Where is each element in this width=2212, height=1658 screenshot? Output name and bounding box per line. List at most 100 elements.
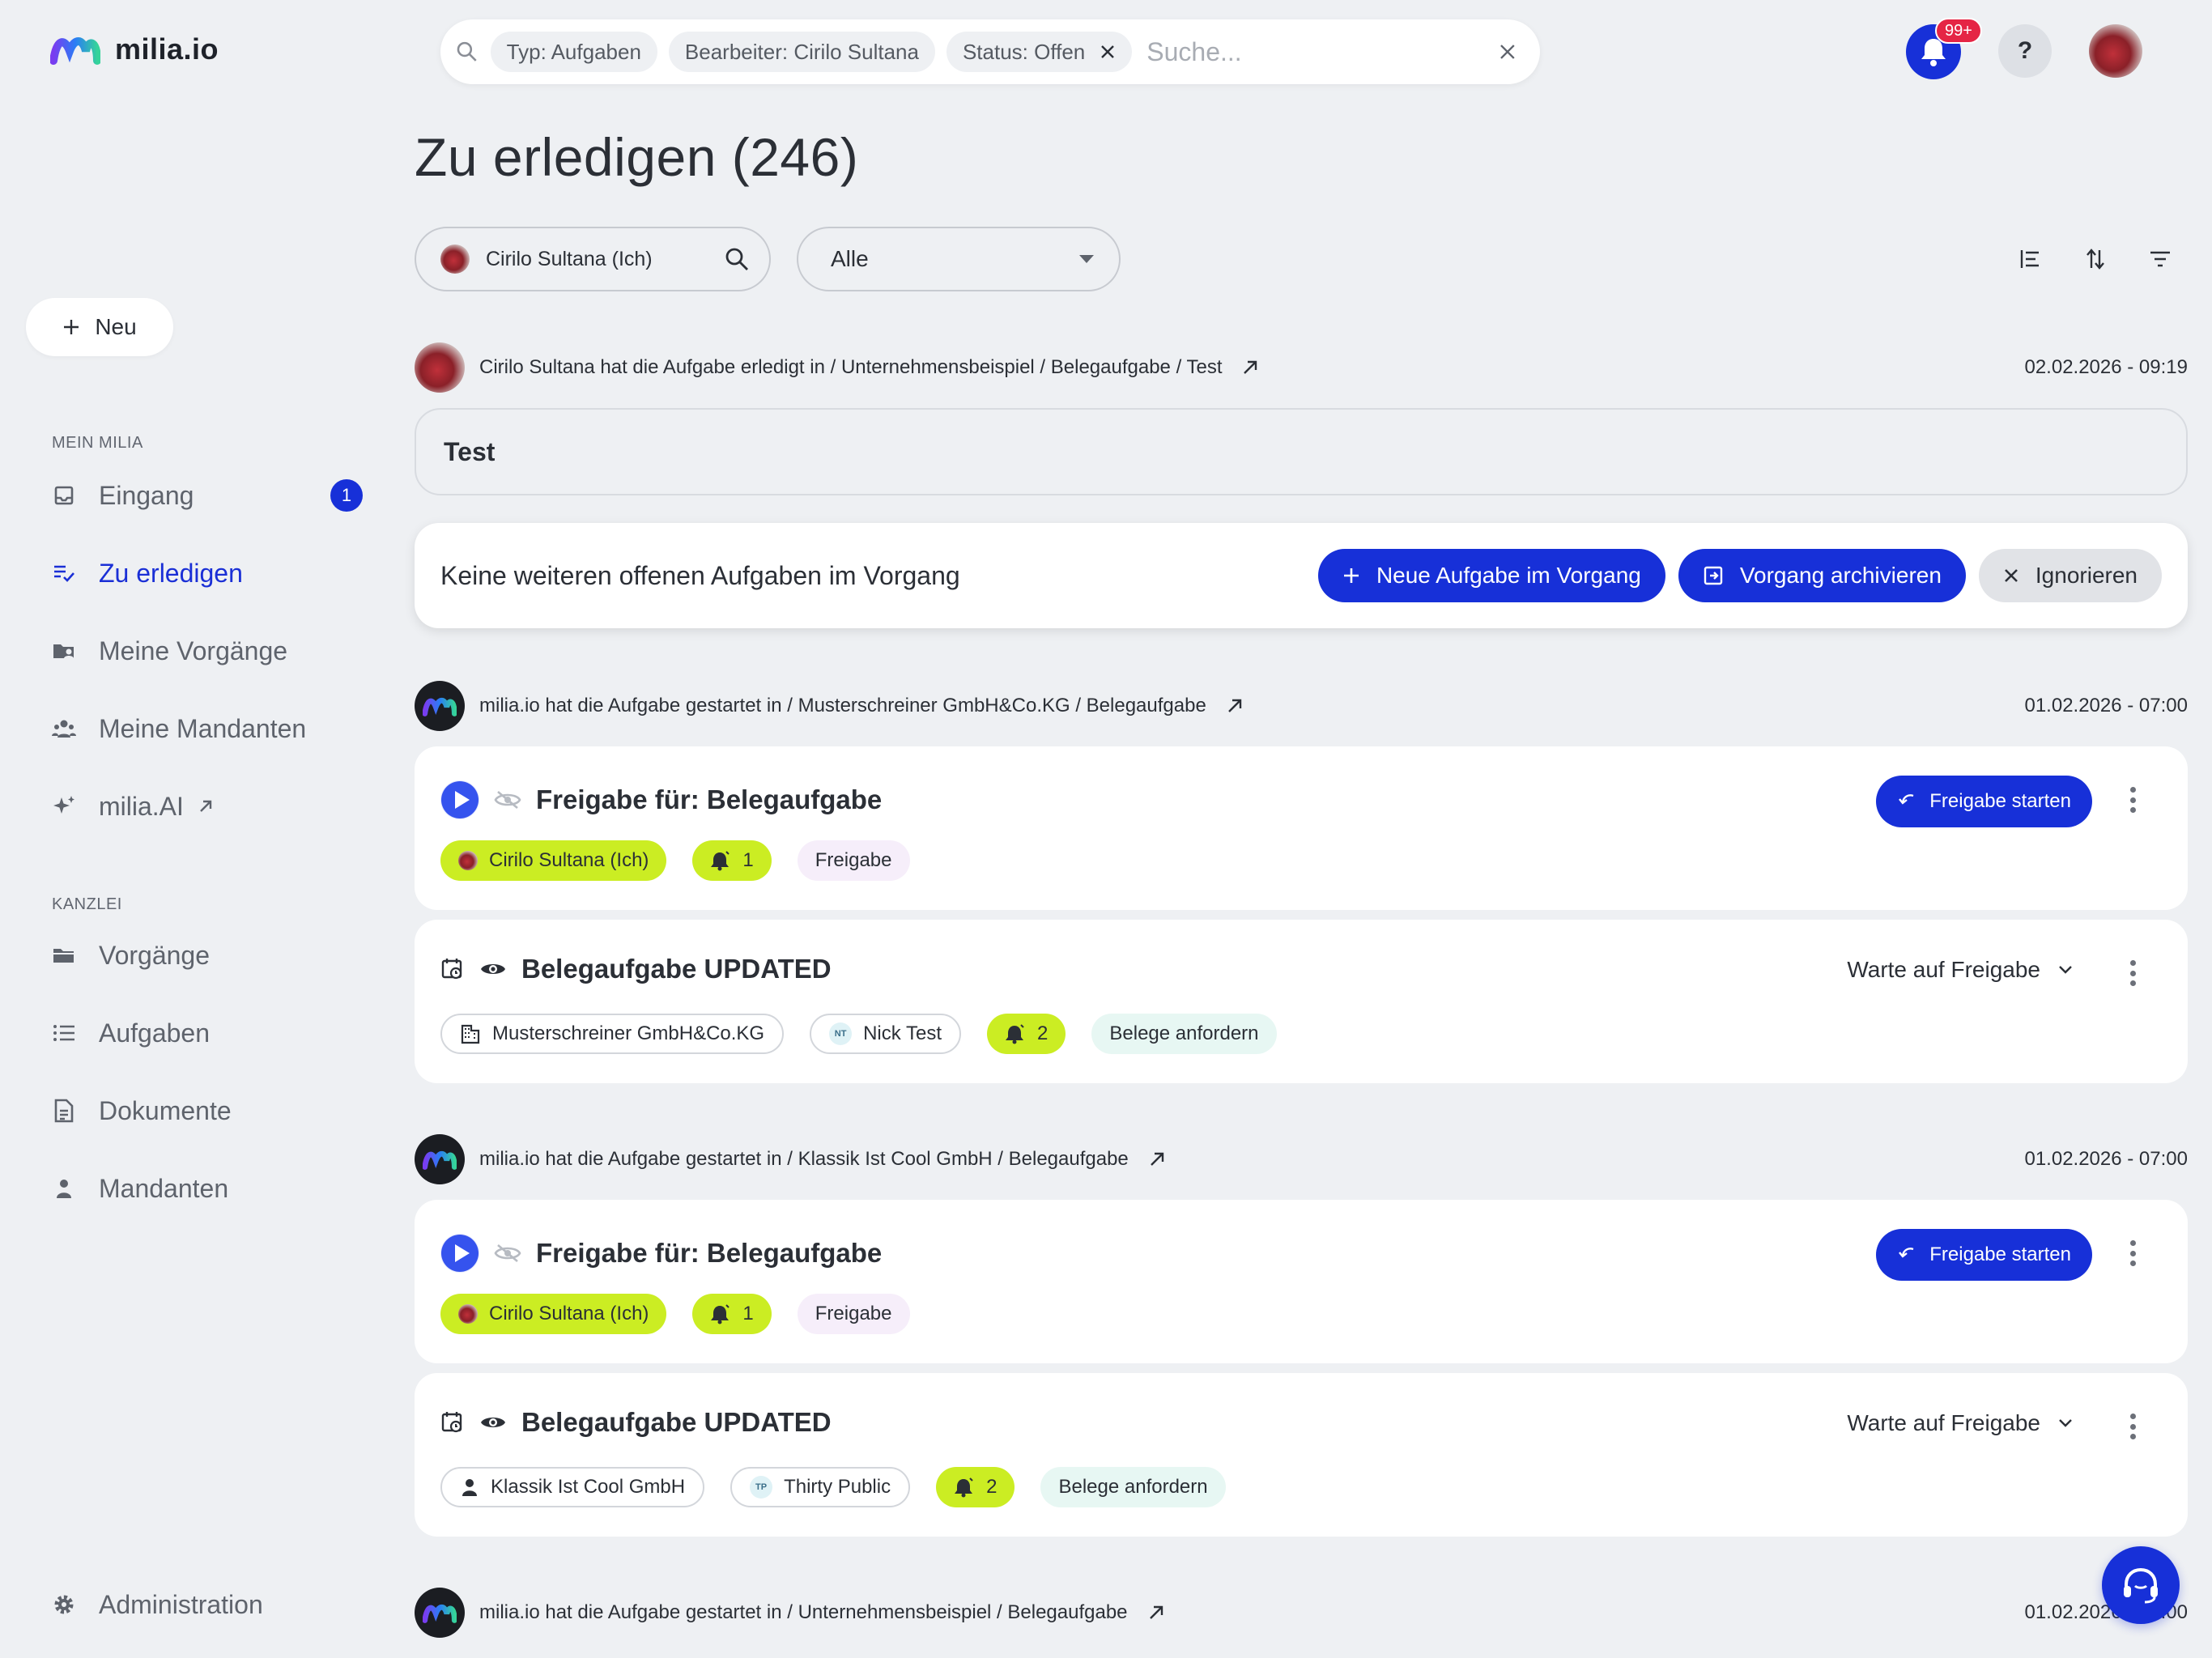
client-name: Klassik Ist Cool GmbH: [491, 1476, 686, 1498]
archive-process-button[interactable]: Vorgang archivieren: [1678, 549, 1966, 602]
remove-chip-icon[interactable]: [1100, 44, 1116, 60]
group-view-button[interactable]: [2014, 243, 2047, 275]
sidebar-item-aufgaben[interactable]: Aufgaben: [52, 1010, 210, 1056]
start-approval-button[interactable]: Freigabe starten: [1876, 776, 2092, 827]
activity-header: Cirilo Sultana hat die Aufgabe erledigt …: [415, 342, 2188, 393]
brand-logo[interactable]: milia.io: [50, 29, 219, 70]
new-task-in-process-button[interactable]: Neue Aufgabe im Vorgang: [1317, 549, 1665, 602]
inbox-count-badge: 1: [330, 479, 363, 512]
start-approval-button[interactable]: Freigabe starten: [1876, 1229, 2092, 1281]
person-tag[interactable]: TP Thirty Public: [730, 1467, 911, 1507]
task-card-beleg[interactable]: Belegaufgabe UPDATED Klassik Ist Cool Gm…: [415, 1373, 2188, 1537]
sidebar-item-dokumente[interactable]: Dokumente: [52, 1088, 232, 1133]
inbox-icon: [52, 483, 76, 508]
sidebar-item-label: Administration: [99, 1589, 263, 1619]
more-options-icon[interactable]: [2123, 784, 2142, 816]
ignore-button[interactable]: Ignorieren: [1978, 549, 2162, 602]
section-label-kanzlei: KANZLEI: [52, 895, 122, 913]
sidebar-item-zu-erledigen[interactable]: Zu erledigen: [52, 551, 243, 596]
eye-off-icon[interactable]: [494, 1243, 521, 1264]
sidebar-item-milia-ai[interactable]: milia.AI: [52, 784, 215, 829]
search-input[interactable]: [1143, 32, 1487, 72]
chevron-down-icon: [1079, 255, 1094, 263]
button-label: Ignorieren: [2035, 563, 2138, 588]
plus-icon: [64, 320, 79, 334]
sidebar-item-vorgaenge[interactable]: Vorgänge: [52, 933, 210, 978]
more-options-icon[interactable]: [2123, 1410, 2142, 1443]
support-chat-button[interactable]: [2102, 1546, 2180, 1624]
task-card-freigabe[interactable]: Freigabe für: Belegaufgabe Cirilo Sultan…: [415, 746, 2188, 910]
play-icon[interactable]: [440, 1234, 479, 1273]
milia-avatar: [415, 1134, 465, 1184]
client-tag[interactable]: Musterschreiner GmbH&Co.KG: [440, 1014, 785, 1054]
eye-icon[interactable]: [479, 1413, 507, 1432]
reminder-count-tag[interactable]: 1: [692, 1294, 772, 1334]
filter-chip-status[interactable]: Status: Offen: [946, 32, 1133, 72]
play-icon[interactable]: [440, 780, 479, 819]
external-link-icon[interactable]: [1148, 1150, 1166, 1168]
activity-text: milia.io hat die Aufgabe gestartet in / …: [479, 1148, 1129, 1170]
person-tag[interactable]: NT Nick Test: [810, 1014, 962, 1054]
milia-avatar: [415, 681, 465, 731]
activity-header: milia.io hat die Aufgabe gestartet in / …: [415, 1587, 2188, 1639]
building-icon: [461, 1024, 480, 1044]
reminder-count: 2: [1037, 1022, 1049, 1044]
group-list-icon: [2020, 250, 2039, 268]
assignee-tag[interactable]: Cirilo Sultana (Ich): [440, 1294, 667, 1334]
calendar-clock-icon[interactable]: [440, 957, 465, 981]
search-icon[interactable]: [724, 246, 750, 272]
help-button[interactable]: ?: [1998, 24, 2052, 78]
status-dropdown[interactable]: Warte auf Freigabe: [1847, 957, 2073, 983]
more-options-icon[interactable]: [2123, 957, 2142, 989]
task-type-tag: Freigabe: [797, 1294, 910, 1334]
eye-icon[interactable]: [479, 959, 507, 979]
sidebar-item-administration[interactable]: Administration: [52, 1582, 263, 1627]
external-link-icon[interactable]: [1226, 697, 1244, 715]
assignee-name: Cirilo Sultana (Ich): [489, 849, 649, 871]
reminder-count-tag[interactable]: 2: [987, 1014, 1066, 1054]
filter-chip-bearbeiter[interactable]: Bearbeiter: Cirilo Sultana: [668, 32, 935, 72]
activity-date: 02.02.2026 - 09:19: [2024, 356, 2188, 378]
assignee-tag[interactable]: Cirilo Sultana (Ich): [440, 840, 667, 881]
external-link-icon[interactable]: [1147, 1604, 1165, 1622]
task-card-beleg[interactable]: Belegaufgabe UPDATED Musterschreiner Gmb…: [415, 920, 2188, 1083]
filter-icon: [2150, 251, 2170, 267]
task-type-tag: Belege anfordern: [1040, 1467, 1226, 1507]
external-link-icon[interactable]: [1241, 359, 1259, 376]
activity-header: milia.io hat die Aufgabe gestartet in / …: [415, 680, 2188, 732]
status-dropdown[interactable]: Warte auf Freigabe: [1847, 1410, 2073, 1436]
chip-label: Typ: Aufgaben: [506, 39, 641, 64]
task-card-freigabe[interactable]: Freigabe für: Belegaufgabe Cirilo Sultan…: [415, 1200, 2188, 1363]
reminder-count-tag[interactable]: 2: [936, 1467, 1015, 1507]
scope-select[interactable]: Alle: [797, 227, 1121, 291]
sidebar-item-meine-mandanten[interactable]: Meine Mandanten: [52, 706, 306, 751]
button-label: Freigabe starten: [1929, 1244, 2071, 1265]
person-filter[interactable]: Cirilo Sultana (Ich): [415, 227, 771, 291]
folder-user-icon: [52, 639, 76, 663]
filter-chip-typ[interactable]: Typ: Aufgaben: [490, 32, 657, 72]
clear-search-icon[interactable]: [1498, 42, 1517, 62]
sidebar-item-label: Dokumente: [99, 1095, 232, 1125]
more-options-icon[interactable]: [2123, 1237, 2142, 1269]
user-avatar[interactable]: [2089, 24, 2142, 78]
return-arrow-icon: [1899, 794, 1914, 805]
task-type: Freigabe: [815, 849, 892, 871]
support-headset-icon: [2124, 1567, 2158, 1604]
calendar-clock-icon[interactable]: [440, 1410, 465, 1435]
chip-label: Bearbeiter: Cirilo Sultana: [684, 39, 919, 64]
eye-off-icon[interactable]: [494, 789, 521, 810]
sidebar-item-eingang[interactable]: Eingang: [52, 473, 194, 518]
search-bar[interactable]: Typ: Aufgaben Bearbeiter: Cirilo Sultana…: [440, 19, 1540, 84]
external-link-icon: [200, 800, 212, 812]
brand-name: milia.io: [115, 32, 219, 66]
client-tag[interactable]: Klassik Ist Cool GmbH: [440, 1467, 705, 1507]
list-icon: [52, 1021, 76, 1045]
activity-date: 01.02.2026 - 07:00: [2024, 1148, 2188, 1170]
sort-button[interactable]: [2079, 243, 2112, 275]
completed-task-card[interactable]: Test: [415, 408, 2188, 495]
filter-button[interactable]: [2144, 243, 2176, 275]
sidebar-item-meine-vorgaenge[interactable]: Meine Vorgänge: [52, 628, 287, 674]
new-button[interactable]: Neu: [26, 298, 173, 356]
sidebar-item-mandanten[interactable]: Mandanten: [52, 1166, 228, 1211]
reminder-count-tag[interactable]: 1: [692, 840, 772, 881]
